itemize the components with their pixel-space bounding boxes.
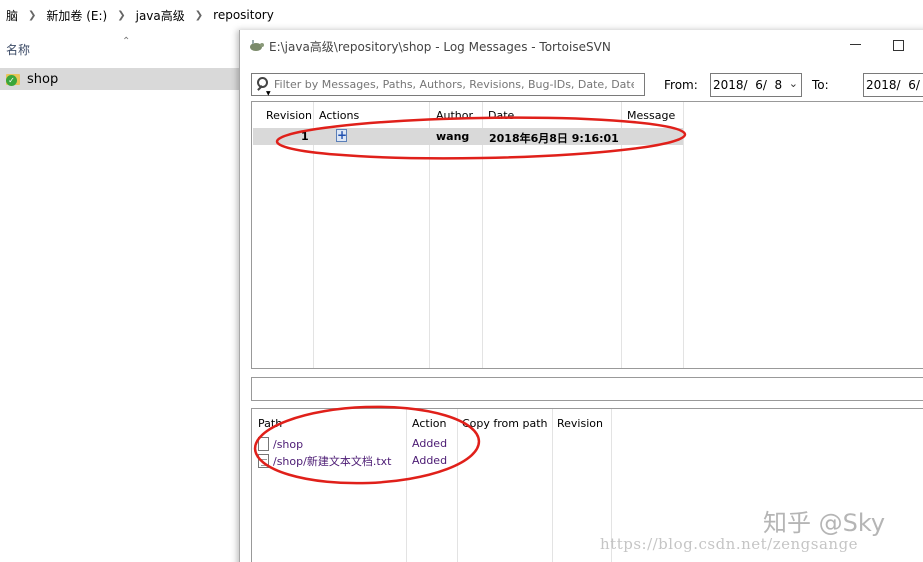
breadcrumb-item[interactable]: repository: [209, 8, 278, 22]
cell-path: /shop: [273, 437, 304, 451]
chevron-right-icon: ❯: [194, 9, 204, 21]
column-header-actions[interactable]: Actions: [319, 109, 359, 122]
maximize-icon[interactable]: [893, 40, 904, 51]
chevron-down-icon[interactable]: ⌄: [789, 77, 798, 90]
to-label: To:: [812, 78, 829, 92]
breadcrumb-item[interactable]: 脑: [2, 7, 22, 24]
filter-input[interactable]: [274, 75, 634, 94]
column-divider: [457, 409, 458, 562]
breadcrumb: 脑 ❯ 新加卷 (E:) ❯ java高级 ❯ repository: [0, 0, 923, 30]
column-header-date[interactable]: Date: [488, 109, 514, 122]
minimize-icon[interactable]: [850, 38, 862, 50]
file-icon: [258, 437, 269, 451]
column-header-action[interactable]: Action: [412, 417, 446, 430]
to-date-value: 2018/ 6/ 8: [866, 78, 920, 92]
cell-action: Added: [412, 437, 448, 450]
sort-up-icon: ⌃: [122, 36, 131, 47]
cell-date: 2018年6月8日 9:16:01: [489, 132, 619, 145]
table-row[interactable]: /shop: [258, 436, 303, 452]
svn-normal-folder-icon: ✓: [6, 72, 20, 86]
column-header-author[interactable]: Author: [436, 109, 473, 122]
log-list[interactable]: Revision Actions Author Date Message 1 +…: [251, 101, 923, 369]
tortoisesvn-icon: [248, 38, 264, 54]
breadcrumb-item[interactable]: java高级: [132, 7, 189, 24]
from-date-picker[interactable]: 2018/ 6/ 8 ⌄: [710, 73, 802, 97]
watermark: 知乎 @Sky: [763, 509, 886, 537]
to-date-picker[interactable]: 2018/ 6/ 8: [863, 73, 923, 97]
column-header-copy-from[interactable]: Copy from path: [462, 417, 548, 430]
explorer-item-shop[interactable]: ✓ shop: [0, 68, 240, 90]
filter-box[interactable]: ▼: [251, 73, 645, 97]
message-box[interactable]: [251, 377, 923, 401]
column-name-label: 名称: [6, 43, 31, 57]
column-header-revision[interactable]: Revision: [557, 417, 603, 430]
column-divider: [552, 409, 553, 562]
search-icon[interactable]: ▼: [254, 75, 274, 97]
chevron-right-icon: ❯: [28, 9, 37, 21]
column-header-path[interactable]: Path: [258, 417, 282, 430]
explorer-item-label: shop: [27, 71, 59, 87]
table-row[interactable]: /shop/新建文本文档.txt: [258, 453, 391, 469]
chevron-right-icon: ❯: [117, 9, 126, 21]
column-header-revision[interactable]: Revision: [266, 109, 312, 122]
screen: 脑 ❯ 新加卷 (E:) ❯ java高级 ❯ repository 名称 ⌃ …: [0, 0, 923, 562]
column-divider: [683, 102, 684, 368]
added-icon: +: [336, 128, 348, 142]
watermark: https://blog.csdn.net/zengsange: [600, 535, 859, 553]
breadcrumb-item[interactable]: 新加卷 (E:): [42, 7, 111, 24]
log-messages-window: E:\java高级\repository\shop - Log Messages…: [239, 30, 923, 562]
title-bar[interactable]: E:\java高级\repository\shop - Log Messages…: [240, 30, 923, 62]
cell-action: Added: [412, 454, 448, 467]
column-divider: [406, 409, 407, 562]
from-label: From:: [664, 78, 698, 92]
text-file-icon: [258, 454, 269, 468]
cell-path: /shop/新建文本文档.txt: [273, 455, 392, 468]
cell-revision: 1: [301, 130, 309, 143]
column-header-message[interactable]: Message: [627, 109, 675, 122]
explorer-column-header[interactable]: 名称 ⌃: [0, 36, 240, 62]
from-date-value: 2018/ 6/ 8: [713, 78, 783, 92]
window-title: E:\java高级\repository\shop - Log Messages…: [269, 39, 611, 54]
cell-author: wang: [436, 130, 470, 143]
